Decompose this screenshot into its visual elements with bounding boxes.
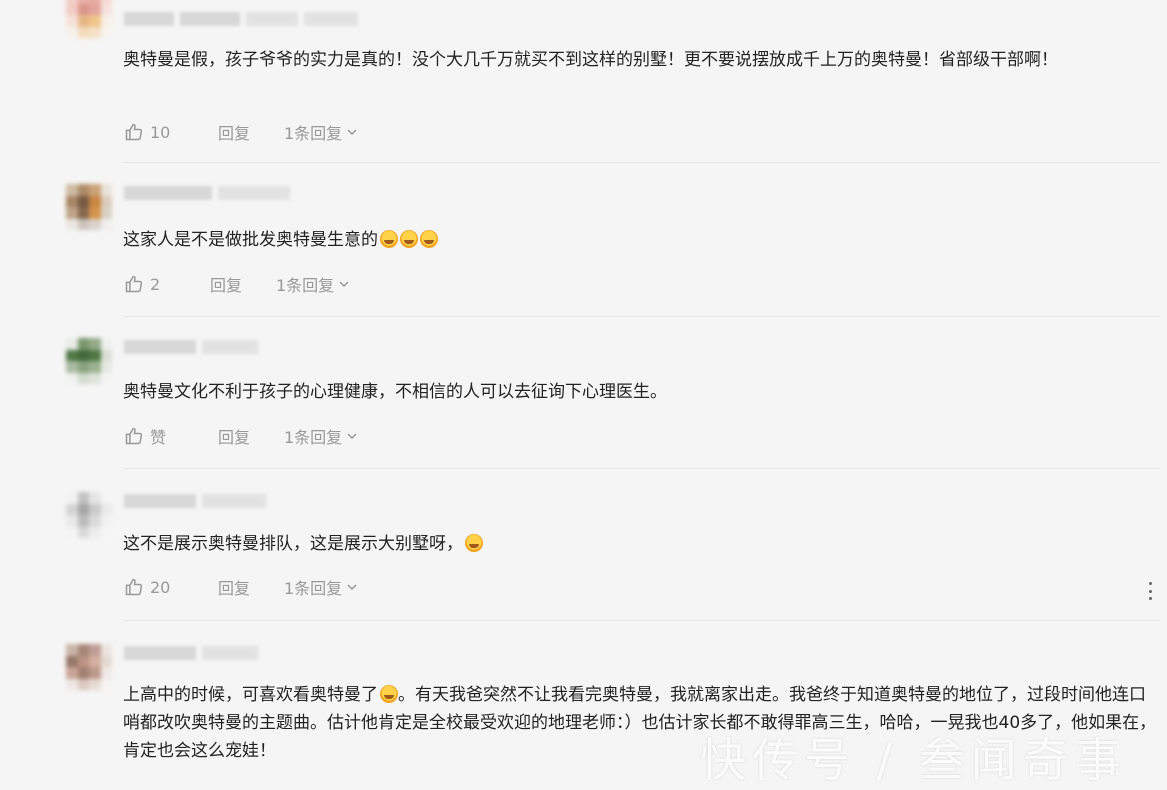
thumbs-up-icon <box>125 578 143 596</box>
thumbs-up-icon <box>125 275 143 293</box>
chevron-down-icon <box>347 129 357 136</box>
replies-toggle[interactable]: 1条回复 <box>284 424 358 448</box>
comment-text: 奥特曼是假，孩子爷爷的实力是真的！没个大几千万就买不到这样的别墅！更不要说摆放成… <box>123 50 1058 70</box>
username-blurred[interactable] <box>124 340 258 354</box>
avatar[interactable] <box>66 338 112 384</box>
replies-toggle[interactable]: 1条回复 <box>276 272 350 296</box>
like-count: 2 <box>150 274 161 294</box>
username-blurred[interactable] <box>124 186 290 200</box>
comment-actions: 20 回复 1条回复 <box>124 575 358 599</box>
replies-toggle[interactable]: 1条回复 <box>284 575 358 599</box>
comment-text: 上高中的时候，可喜欢看奥特曼了 。有天我爸突然不让我看完奥特曼，我就离家出走。我爸… <box>123 681 1158 765</box>
laughing-emoji-icon <box>465 534 483 552</box>
comment-actions: 2 回复 1条回复 <box>124 272 350 296</box>
thumbs-up-icon <box>125 123 143 141</box>
more-vertical-icon[interactable] <box>1147 582 1153 600</box>
username-blurred[interactable] <box>124 12 358 26</box>
replies-count: 1条回复 <box>284 124 343 143</box>
thumbs-up-icon <box>125 427 143 445</box>
reply-button[interactable]: 回复 <box>218 575 284 599</box>
like-label: 赞 <box>150 428 167 447</box>
divider <box>123 162 1160 163</box>
replies-toggle[interactable]: 1条回复 <box>284 120 358 144</box>
reply-button[interactable]: 回复 <box>218 424 284 448</box>
chevron-down-icon <box>347 584 357 591</box>
like-button[interactable]: 赞 <box>124 424 218 448</box>
reply-button[interactable]: 回复 <box>210 272 276 296</box>
comment-text: 这家人是不是做批发奥特曼生意的 <box>123 226 1158 254</box>
like-button[interactable]: 20 <box>124 577 218 597</box>
comment-actions: 赞 回复 1条回复 <box>124 424 358 448</box>
avatar[interactable] <box>66 0 112 38</box>
like-button[interactable]: 2 <box>124 274 210 294</box>
divider <box>123 620 1160 621</box>
like-count: 10 <box>150 122 171 142</box>
chevron-down-icon <box>339 281 349 288</box>
avatar[interactable] <box>66 644 112 690</box>
comment-actions: 10 回复 1条回复 <box>124 120 358 144</box>
divider <box>123 468 1160 469</box>
replies-count: 1条回复 <box>284 428 343 447</box>
comment-text-content: 这家人是不是做批发奥特曼生意的 <box>123 230 378 250</box>
like-button[interactable]: 10 <box>124 122 218 142</box>
laughing-emoji-icon <box>400 230 418 248</box>
comment-text: 奥特曼文化不利于孩子的心理健康，不相信的人可以去征询下心理医生。 <box>123 382 667 402</box>
replies-count: 1条回复 <box>284 579 343 598</box>
username-blurred[interactable] <box>124 494 266 508</box>
laughing-emoji-icon <box>380 230 398 248</box>
comment-text-content: 这不是展示奥特曼排队，这是展示大别墅呀， <box>123 534 463 554</box>
comment-text-part1: 上高中的时候，可喜欢看奥特曼了 <box>123 685 378 705</box>
chevron-down-icon <box>347 433 357 440</box>
replies-count: 1条回复 <box>276 276 335 295</box>
laughing-emoji-icon <box>420 230 438 248</box>
avatar[interactable] <box>66 492 112 538</box>
username-blurred[interactable] <box>124 646 258 660</box>
comment-text: 这不是展示奥特曼排队，这是展示大别墅呀， <box>123 530 1158 558</box>
laughing-emoji-icon <box>380 685 398 703</box>
avatar[interactable] <box>66 184 112 230</box>
reply-button[interactable]: 回复 <box>218 120 284 144</box>
divider <box>123 316 1160 317</box>
like-count: 20 <box>150 577 171 597</box>
